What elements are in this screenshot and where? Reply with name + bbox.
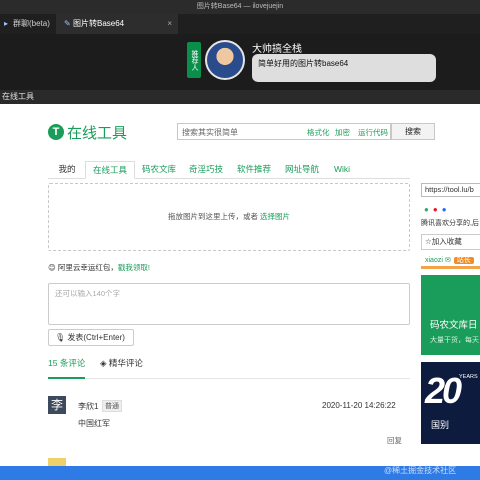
close-icon[interactable]: ×	[167, 14, 172, 34]
weibo-icon[interactable]: ●	[433, 205, 438, 214]
comment-avatar[interactable]: 李	[48, 396, 66, 414]
ad1-subtitle: 大量干货，每天	[430, 337, 479, 344]
bookmark-bar: 在线工具	[0, 90, 480, 104]
promo-message-bubble: 简单好用的图片转base64	[252, 54, 436, 82]
logo-t-icon: T	[48, 124, 64, 140]
search-placeholder: 搜索其实很简单	[182, 128, 238, 137]
tab-coder-library[interactable]: 码农文库	[139, 161, 179, 179]
search-link-run-code[interactable]: 运行代码	[358, 127, 388, 138]
drop-hint: 拖放图片到这里上传，或者	[167, 212, 261, 221]
wrench-icon: ✎	[64, 19, 71, 28]
tab-site-nav[interactable]: 网址导航	[282, 161, 322, 179]
favorite-label: 加入收藏	[431, 237, 462, 246]
tab-software[interactable]: 软件推荐	[234, 161, 274, 179]
share-url-field[interactable]: https://tool.lu/b	[421, 183, 480, 197]
comment-timestamp: 2020-11-20 14:26:22	[322, 401, 396, 410]
wechat-icon[interactable]: ●	[424, 205, 429, 214]
reply-button[interactable]: 回复	[387, 435, 402, 446]
search-button[interactable]: 搜索	[391, 123, 435, 140]
tab-online-tools[interactable]: 在线工具	[85, 161, 135, 179]
owner-tag: 站长	[453, 257, 474, 264]
logo-text: 在线工具	[67, 124, 128, 142]
bookmark-online-tools[interactable]: 在线工具	[2, 92, 34, 101]
redpack-notice: 😊 阿里云幸运红包，戳我领取!	[48, 262, 150, 273]
chat-icon: ▸	[4, 19, 9, 28]
ad-coder-library[interactable]: 码农文库日 大量干货，每天	[421, 275, 480, 355]
ad2-years: YEARS	[459, 374, 478, 380]
search-input[interactable]: 搜索其实很简单 格式化 加密 运行代码	[177, 123, 391, 140]
redpack-link[interactable]: 戳我领取!	[118, 263, 150, 272]
comment-textarea[interactable]: 还可以输入140个字	[48, 283, 410, 325]
search-link-format[interactable]: 格式化	[307, 127, 330, 138]
tab-group-chat[interactable]: ▸ 群聊(beta)	[0, 14, 52, 34]
star-icon: ☆	[425, 237, 432, 246]
main-nav: 我的 在线工具 码农文库 奇淫巧技 软件推荐 网址导航 Wiki	[48, 159, 410, 179]
share-note: 腾讯喜欢分享的,后	[421, 220, 479, 227]
owner-info: xiaozi ✉ 站长	[425, 255, 474, 265]
ad1-title: 码农文库日	[430, 320, 478, 331]
add-favorite-button[interactable]: ☆加入收藏	[421, 234, 480, 250]
diamond-icon: ◈	[100, 358, 107, 368]
post-comment-button[interactable]: 🎙 发表(Ctrl+Enter)	[48, 329, 134, 346]
window-title: 图片转Base64 — ilovejuejin	[0, 0, 480, 14]
avatar[interactable]	[205, 40, 245, 80]
recommender-badge: 推荐人	[187, 42, 201, 78]
comment-tabs: 15 条评论 ◈ 精华评论	[48, 357, 410, 379]
tab-mine[interactable]: 我的	[54, 161, 80, 179]
tab-image-to-base64[interactable]: ✎ 图片转Base64 ×	[56, 14, 178, 34]
ad2-text: 国别	[431, 420, 450, 430]
tab-comment-count[interactable]: 15 条评论	[48, 357, 86, 379]
divider	[421, 266, 480, 269]
comment-placeholder: 还可以输入140个字	[55, 289, 121, 298]
image-drop-zone[interactable]: 拖放图片到这里上传，或者 选择图片	[48, 183, 410, 251]
choose-image-link[interactable]: 选择图片	[260, 212, 290, 221]
owner-name[interactable]: xiaozi	[425, 257, 443, 264]
tab-tricks[interactable]: 奇淫巧技	[186, 161, 226, 179]
redpack-text: 阿里云幸运红包，	[57, 263, 118, 272]
share-icons: ● ● ●	[424, 205, 451, 214]
promo-author-name: 大帅搞全栈	[252, 44, 302, 55]
tab-label: 图片转Base64	[73, 19, 125, 28]
browser-tab-strip: ▸ 群聊(beta) ✎ 图片转Base64 ×	[0, 14, 480, 34]
site-logo[interactable]: T 在线工具	[48, 122, 127, 142]
tab-wiki[interactable]: Wiki	[330, 161, 354, 179]
post-label: 发表(Ctrl+Enter)	[67, 333, 125, 342]
tab-label: 群聊(beta)	[13, 19, 50, 28]
mail-icon[interactable]: ✉	[445, 257, 451, 264]
comment-username[interactable]: 李欣1	[78, 401, 98, 412]
comment-user-tag: 普通	[102, 400, 122, 412]
ad2-big-number: 20	[425, 370, 462, 411]
qq-icon[interactable]: ●	[442, 205, 447, 214]
best-label: 精华评论	[108, 358, 143, 368]
mic-icon: 🎙	[55, 333, 66, 342]
search-link-encrypt[interactable]: 加密	[335, 127, 350, 138]
comment-text: 中国红军	[78, 419, 110, 428]
watermark: @稀土掘金技术社区	[384, 466, 457, 475]
smile-icon: 😊	[48, 263, 56, 272]
ad-anniversary[interactable]: 20 YEARS 国别	[421, 362, 480, 444]
tab-best-comments[interactable]: ◈ 精华评论	[100, 357, 143, 369]
